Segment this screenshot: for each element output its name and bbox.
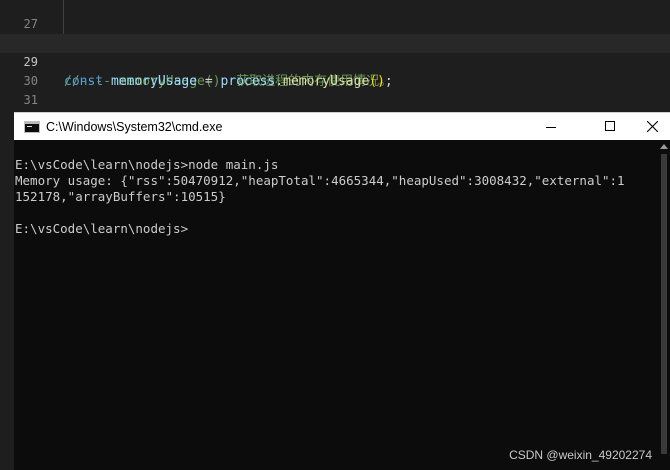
close-icon	[647, 121, 658, 132]
code-token: memoryUsage	[110, 74, 198, 89]
console-line: Memory usage: {"rss":50470912,"heapTotal…	[15, 173, 625, 188]
editor-line-30: 30	[0, 53, 38, 88]
editor-line-31: 31 console.log(`Memory usage: ${JSON.str…	[0, 72, 534, 127]
editor-line-28: 28 //---- memoryUsage() 获取进程的内存使用情况。	[0, 15, 392, 89]
code-token: ;	[384, 74, 393, 89]
code-token: .	[275, 74, 284, 89]
code-token: ()	[369, 74, 385, 89]
indent-guide	[63, 0, 64, 15]
watermark: CSDN @weixin_49202274	[509, 448, 652, 462]
cmd-terminal-icon	[24, 121, 40, 133]
maximize-button[interactable]	[587, 113, 633, 141]
code-editor[interactable]: 27 28 //---- memoryUsage() 获取进程的内存使用情况。 …	[0, 0, 670, 127]
console-output[interactable]: E:\vsCode\learn\nodejs>node main.js Memo…	[14, 140, 658, 470]
console-line: E:\vsCode\learn\nodejs>node main.js	[15, 157, 279, 172]
code-content: const memoryUsage = process.memoryUsage(…	[64, 72, 393, 91]
vertical-scrollbar[interactable]	[658, 140, 670, 470]
scroll-up-icon[interactable]	[660, 144, 668, 149]
title-bar[interactable]: C:\Windows\System32\cmd.exe	[14, 112, 670, 141]
editor-line-27: 27	[0, 0, 64, 31]
window-title: C:\Windows\System32\cmd.exe	[46, 120, 223, 134]
editor-line-29: 29 const memoryUsage = process.memoryUsa…	[0, 34, 670, 89]
console-line: 152178,"arrayBuffers":10515}	[15, 189, 226, 204]
minimize-icon	[546, 127, 556, 128]
code-token: process	[220, 74, 276, 89]
console-prompt: E:\vsCode\learn\nodejs>	[15, 221, 189, 236]
editor-line-32: 32	[0, 91, 38, 126]
code-token: =	[197, 74, 221, 89]
indent-guide	[63, 15, 64, 34]
minimize-button[interactable]	[528, 113, 574, 141]
code-token: const	[64, 74, 104, 89]
code-token: memoryUsage	[283, 74, 370, 89]
maximize-icon	[605, 121, 615, 131]
scroll-thumb[interactable]	[661, 154, 667, 454]
close-button[interactable]	[634, 113, 670, 141]
cmd-window[interactable]: C:\Windows\System32\cmd.exe E:\vsCode\le…	[14, 112, 670, 470]
